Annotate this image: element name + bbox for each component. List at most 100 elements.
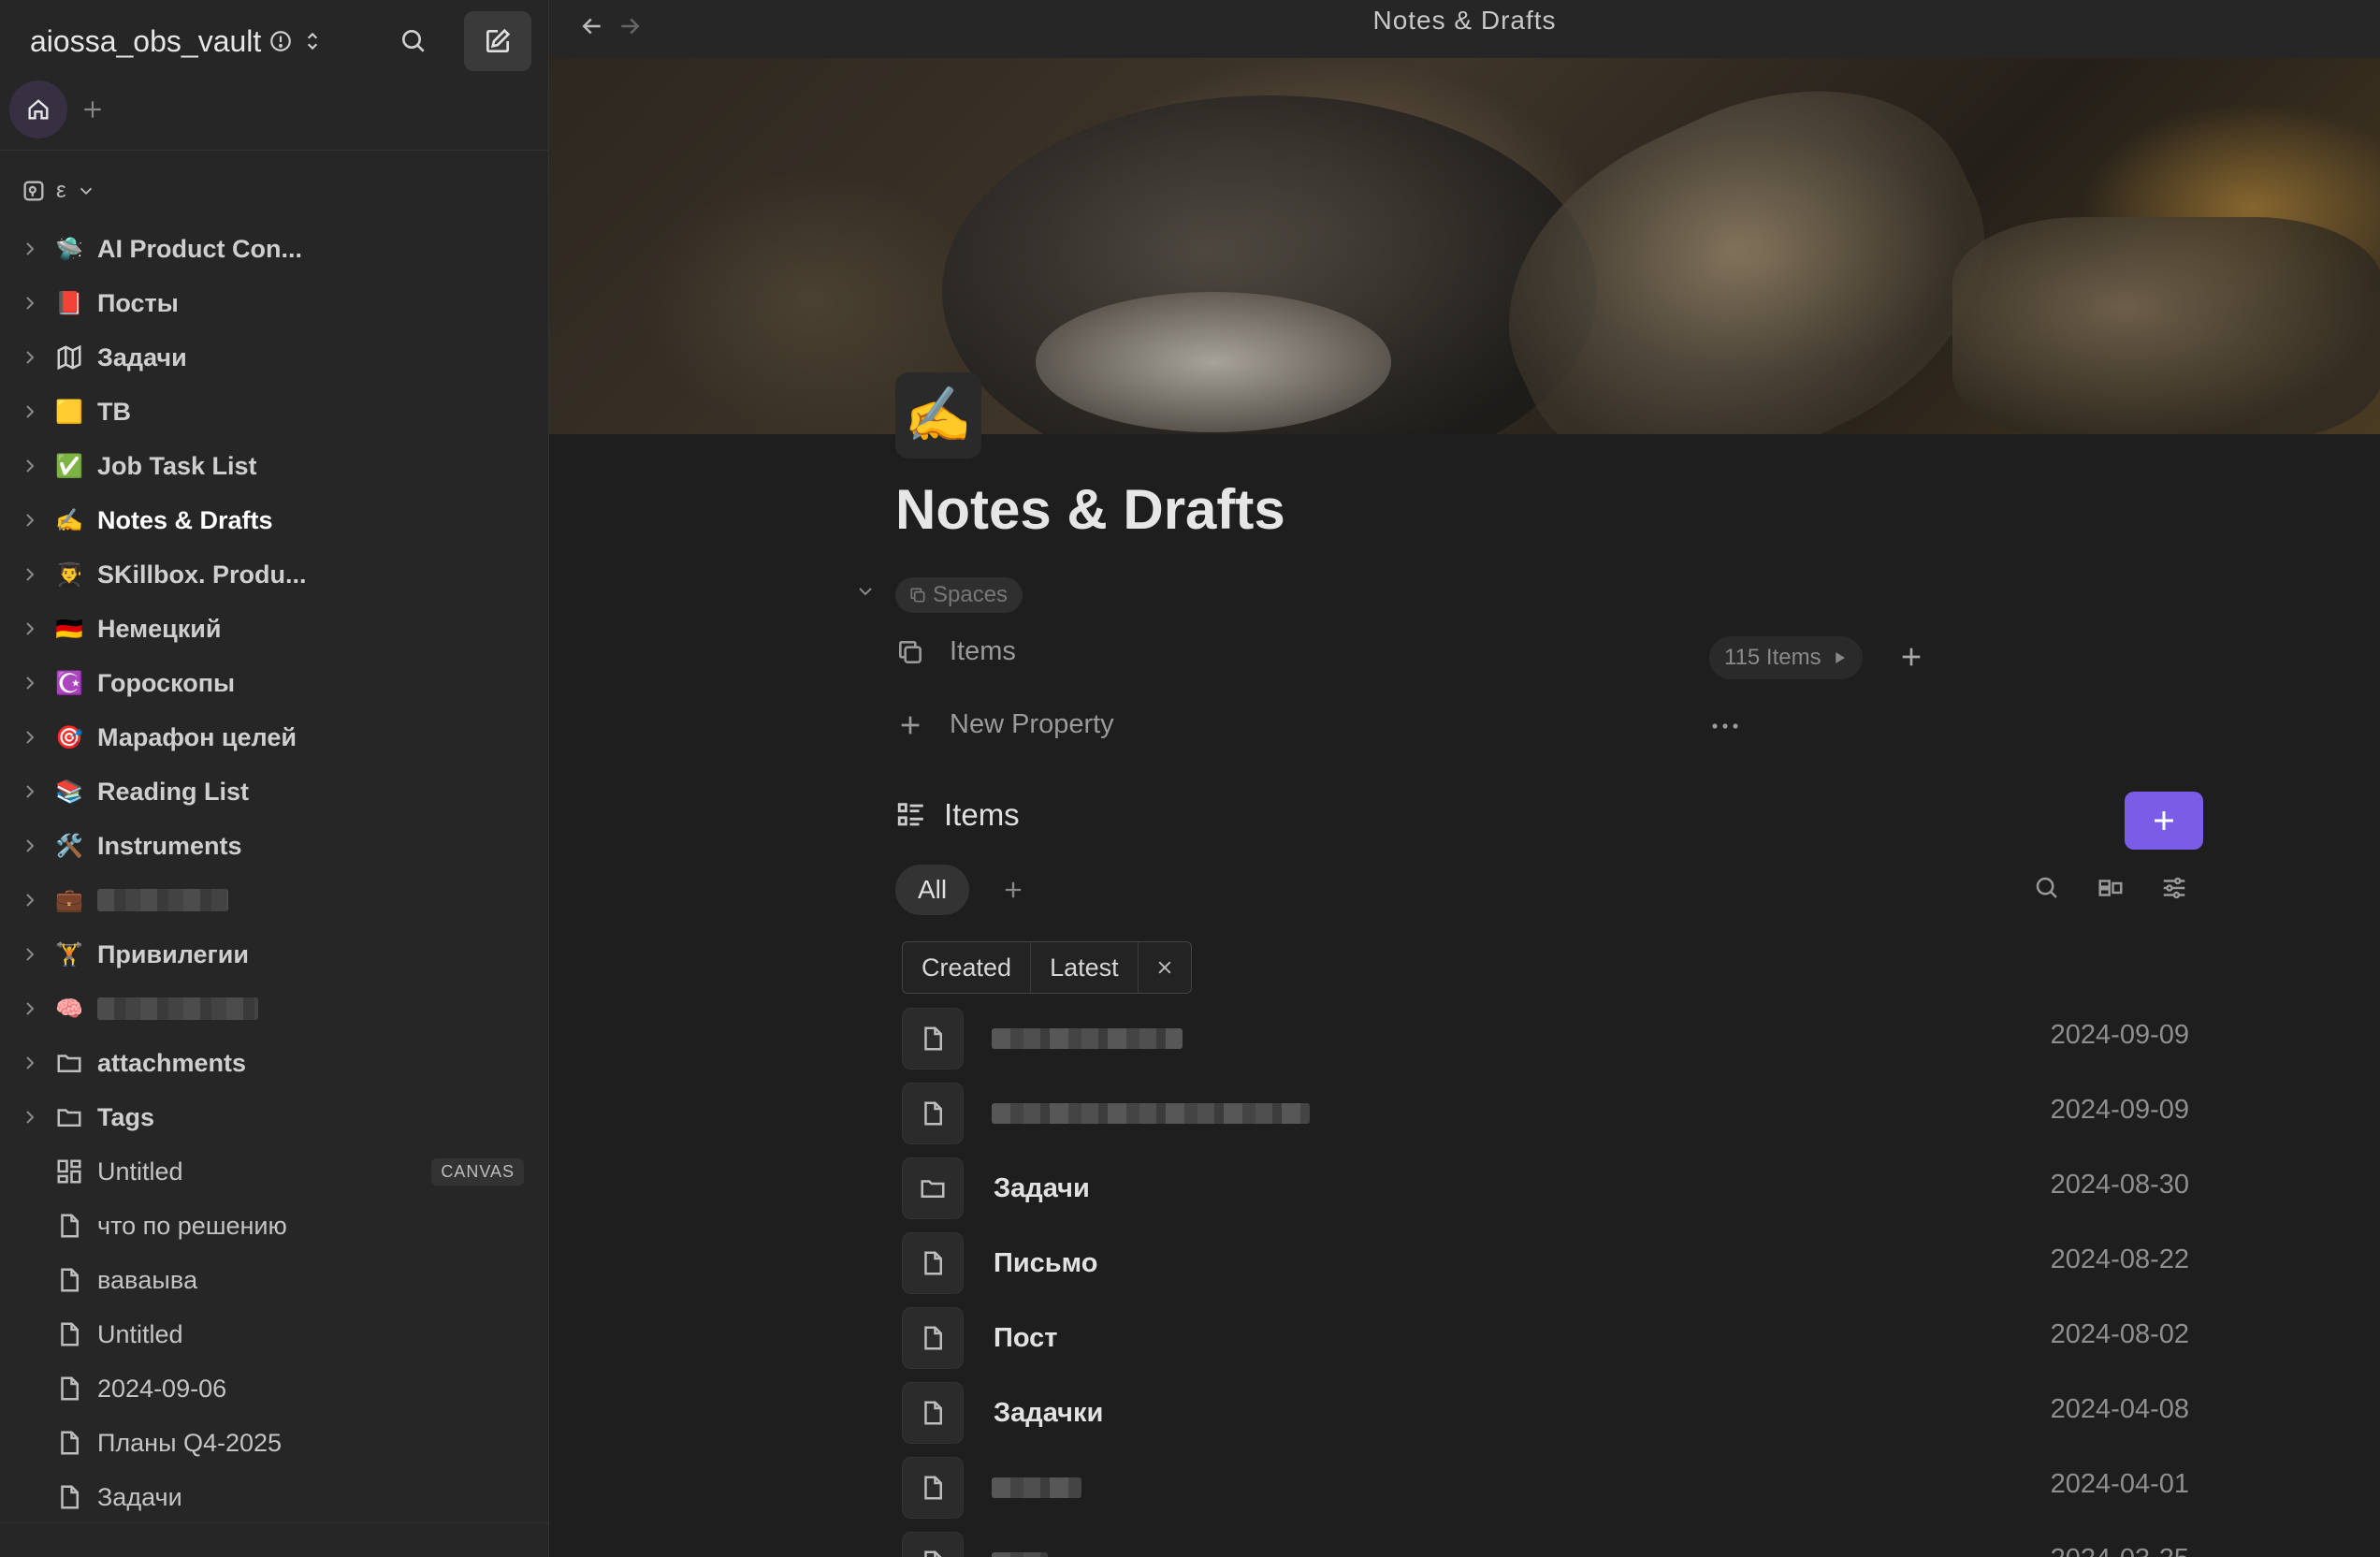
sidebar-folder-item[interactable]: 🛠️ Instruments bbox=[0, 819, 548, 873]
sort-bar: Created Latest bbox=[902, 941, 1192, 994]
plus-icon bbox=[84, 101, 101, 118]
sidebar-folder-item[interactable]: 🟨 TB bbox=[0, 385, 548, 439]
plus-icon bbox=[2155, 811, 2173, 830]
sidebar-folder-item[interactable]: 🏋️ Привилегии bbox=[0, 927, 548, 982]
search-button[interactable] bbox=[384, 11, 443, 71]
sidebar-file-item[interactable]: Untitled bbox=[0, 1307, 548, 1361]
file-tree: 🛸 AI Product Con... 📕 Посты Задачи 🟨 TB ✅ Job Ta… bbox=[0, 222, 548, 1524]
sidebar-folder-item[interactable]: 🧠 bbox=[0, 982, 548, 1036]
folder-icon bbox=[57, 1055, 81, 1072]
new-tab-button[interactable] bbox=[80, 97, 105, 122]
item-row[interactable]: Письмо 2024-08-22 bbox=[902, 1226, 2202, 1301]
sidebar-folder-item[interactable]: ✍️ Notes & Drafts bbox=[0, 493, 548, 547]
search-icon bbox=[2036, 877, 2057, 898]
redacted-label bbox=[97, 997, 258, 1020]
item-date: 2024-08-02 bbox=[2050, 1319, 2189, 1349]
sidebar-file-item[interactable]: Задачи bbox=[0, 1470, 548, 1524]
sidebar-folder-item[interactable]: 💼 bbox=[0, 873, 548, 927]
sort-field[interactable]: Created bbox=[903, 942, 1030, 993]
page-icon[interactable]: ✍️ bbox=[895, 372, 981, 458]
sidebar-item-label: attachments bbox=[97, 1048, 247, 1077]
vault-switcher[interactable]: aiossa_obs_vault bbox=[30, 19, 325, 64]
sidebar-item-label: TB bbox=[97, 397, 131, 426]
sidebar-item-label: SKillbox. Produ... bbox=[97, 560, 307, 589]
item-row[interactable]: 2024-03-25 bbox=[902, 1525, 2202, 1557]
new-property-button[interactable]: New Property bbox=[895, 709, 1114, 740]
spaces-label: Spaces bbox=[933, 582, 1009, 607]
sidebar-item-label: Job Task List bbox=[97, 451, 257, 480]
add-view-icon[interactable] bbox=[1000, 877, 1026, 903]
item-date: 2024-03-25 bbox=[2051, 1544, 2189, 1557]
group-button[interactable] bbox=[2097, 874, 2126, 904]
item-type-icon bbox=[902, 1307, 964, 1369]
item-row[interactable]: Задачи 2024-08-30 bbox=[902, 1151, 2202, 1226]
explorer-header[interactable]: ε bbox=[21, 178, 96, 204]
page-title[interactable]: Notes & Drafts bbox=[895, 477, 1285, 542]
close-icon bbox=[1158, 961, 1171, 974]
emoji-icon: 📕 bbox=[55, 290, 83, 316]
sidebar-folder-item[interactable]: attachments bbox=[0, 1036, 548, 1090]
clear-sort-button[interactable] bbox=[1137, 942, 1191, 993]
sidebar-folder-item[interactable]: 📕 Посты bbox=[0, 276, 548, 330]
sidebar-folder-item[interactable]: 🎯 Марафон целей bbox=[0, 710, 548, 764]
sidebar-file-item[interactable]: что по решению bbox=[0, 1199, 548, 1253]
item-type-icon bbox=[902, 1232, 964, 1294]
item-icon bbox=[54, 1048, 84, 1078]
sidebar-file-item[interactable]: Untitled CANVAS bbox=[0, 1144, 548, 1199]
sidebar-folder-item[interactable]: 👨‍🎓 SKillbox. Produ... bbox=[0, 547, 548, 602]
more-icon[interactable] bbox=[1709, 717, 1741, 735]
item-icon bbox=[54, 1211, 84, 1241]
item-date: 2024-04-01 bbox=[2050, 1469, 2189, 1499]
sidebar-folder-item[interactable]: 🇩🇪 Немецкий bbox=[0, 602, 548, 656]
items-search-button[interactable] bbox=[2033, 874, 2063, 904]
vault-map-icon bbox=[23, 181, 44, 201]
info-icon bbox=[268, 29, 293, 53]
emoji-icon: 🧠 bbox=[55, 996, 83, 1022]
sidebar-folder-item[interactable]: Tags bbox=[0, 1090, 548, 1144]
sidebar-folder-item[interactable]: ☪️ Гороскопы bbox=[0, 656, 548, 710]
sliders-icon bbox=[2163, 877, 2185, 899]
item-type-icon bbox=[902, 1457, 964, 1519]
chevron-down-icon[interactable] bbox=[854, 580, 877, 603]
sidebar-item-label: Untitled bbox=[97, 1319, 183, 1348]
sidebar-folder-item[interactable]: Задачи bbox=[0, 330, 548, 385]
item-icon bbox=[54, 1428, 84, 1458]
file-icon bbox=[61, 1322, 79, 1346]
sidebar-item-label: Tags bbox=[97, 1102, 155, 1131]
item-date: 2024-08-22 bbox=[2050, 1244, 2189, 1274]
item-icon: 📕 bbox=[54, 288, 84, 318]
sidebar-file-item[interactable]: 2024-09-06 bbox=[0, 1361, 548, 1416]
item-icon bbox=[54, 1374, 84, 1404]
spaces-tag[interactable]: Spaces bbox=[895, 577, 1023, 613]
tab-all[interactable]: All bbox=[895, 865, 970, 915]
item-row[interactable]: Задачки 2024-04-08 bbox=[902, 1375, 2202, 1450]
property-items[interactable]: Items bbox=[895, 636, 1016, 667]
item-type-icon bbox=[902, 1008, 964, 1070]
home-tab[interactable] bbox=[9, 80, 67, 138]
item-date: 2024-08-30 bbox=[2050, 1170, 2189, 1200]
file-icon bbox=[924, 1326, 942, 1350]
list-view-icon bbox=[897, 803, 923, 826]
chevron-right-icon bbox=[26, 351, 35, 364]
file-icon bbox=[61, 1268, 79, 1292]
sidebar-item-label: 2024-09-06 bbox=[97, 1374, 227, 1403]
sidebar-folder-item[interactable]: 📚 Reading List bbox=[0, 764, 548, 819]
sidebar-folder-item[interactable]: 🛸 AI Product Con... bbox=[0, 222, 548, 276]
sidebar-file-item[interactable]: Планы Q4-2025 bbox=[0, 1416, 548, 1470]
sidebar-folder-item[interactable]: ✅ Job Task List bbox=[0, 439, 548, 493]
file-icon bbox=[61, 1214, 79, 1238]
item-row[interactable]: 2024-09-09 bbox=[902, 1001, 2202, 1076]
item-row[interactable]: 2024-04-01 bbox=[902, 1450, 2202, 1525]
sidebar-file-item[interactable]: вавaывa bbox=[0, 1253, 548, 1307]
chevron-right-icon bbox=[26, 1111, 35, 1124]
item-date: 2024-09-09 bbox=[2050, 1095, 2189, 1125]
add-item-button[interactable] bbox=[2125, 792, 2203, 850]
sort-order[interactable]: Latest bbox=[1030, 942, 1138, 993]
compose-icon bbox=[486, 28, 511, 52]
add-property-value-icon[interactable] bbox=[1896, 642, 1926, 672]
view-settings-button[interactable] bbox=[2160, 874, 2190, 904]
new-note-button[interactable] bbox=[464, 11, 531, 71]
items-count-chip[interactable]: 115 Items bbox=[1709, 636, 1863, 679]
item-row[interactable]: 2024-09-09 bbox=[902, 1076, 2202, 1151]
item-row[interactable]: Пост 2024-08-02 bbox=[902, 1301, 2202, 1375]
